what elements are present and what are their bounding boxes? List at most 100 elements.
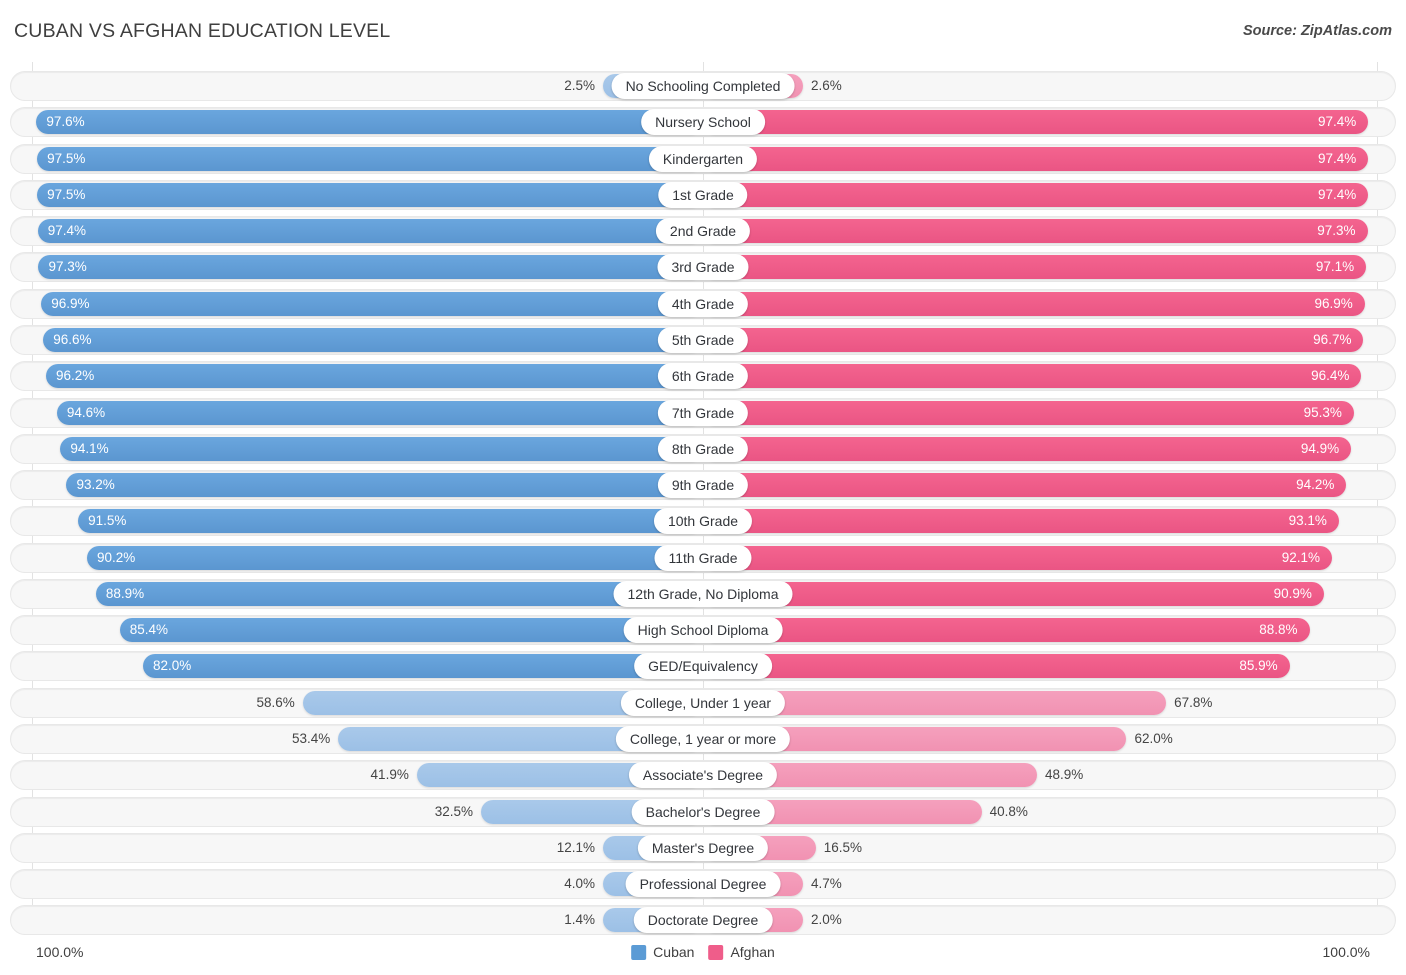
bar-value-label: 97.5% — [47, 186, 86, 202]
bar-value-label: 96.2% — [55, 368, 95, 384]
bar-afghan[interactable]: 94.2% — [703, 473, 1347, 498]
bar-afghan[interactable]: 97.4% — [703, 146, 1369, 171]
bar-cuban[interactable]: 90.2% — [86, 545, 703, 570]
bar-cuban[interactable]: 96.9% — [41, 291, 703, 316]
chart-row[interactable]: 96.6% 96.7% 5th Grade — [10, 324, 1396, 355]
bar-afghan[interactable]: 97.4% — [703, 110, 1369, 135]
chart-row[interactable]: 58.6% 67.8% College, Under 1 year — [10, 687, 1396, 718]
bar-afghan[interactable]: 96.7% — [703, 327, 1364, 352]
chart-row[interactable]: 41.9% 48.9% Associate's Degree — [10, 760, 1396, 791]
category-label: Bachelor's Degree — [631, 798, 775, 825]
bar-cuban[interactable]: 93.2% — [66, 473, 703, 498]
bar-value-label: 62.0% — [1134, 731, 1173, 747]
chart-row[interactable]: 32.5% 40.8% Bachelor's Degree — [10, 796, 1396, 827]
category-label: 5th Grade — [657, 326, 749, 353]
category-label: 6th Grade — [657, 363, 749, 390]
legend-item-cuban[interactable]: Cuban — [631, 944, 694, 960]
category-label: College, 1 year or more — [615, 726, 791, 753]
bar-afghan[interactable]: 92.1% — [703, 545, 1333, 570]
bar-value-label: 1.4% — [564, 912, 595, 928]
bar-value-label: 53.4% — [292, 731, 331, 747]
chart-row[interactable]: 94.1% 94.9% 8th Grade — [10, 433, 1396, 464]
chart-header: CUBAN VS AFGHAN EDUCATION LEVEL Source: … — [0, 0, 1406, 62]
bar-afghan[interactable]: 95.3% — [703, 400, 1354, 425]
chart-row[interactable]: 96.2% 96.4% 6th Grade — [10, 361, 1396, 392]
bar-cuban[interactable]: 97.5% — [37, 182, 703, 207]
legend-item-afghan[interactable]: Afghan — [708, 944, 775, 960]
bar-value-label: 88.8% — [1259, 622, 1298, 638]
bar-afghan[interactable]: 97.3% — [703, 219, 1368, 244]
bar-value-label: 2.0% — [811, 912, 842, 928]
chart-row[interactable]: 2.5% 2.6% No Schooling Completed — [10, 71, 1396, 101]
category-label: No Schooling Completed — [611, 73, 795, 99]
bar-value-label: 97.4% — [1317, 150, 1357, 166]
chart-row[interactable]: 97.6% 97.4% Nursery School — [10, 107, 1396, 138]
chart-row[interactable]: 91.5% 93.1% 10th Grade — [10, 506, 1396, 537]
bar-cuban[interactable]: 96.6% — [43, 327, 703, 352]
bar-afghan[interactable]: 90.9% — [703, 581, 1324, 606]
bar-cuban[interactable]: 97.5% — [37, 146, 703, 171]
bar-afghan[interactable]: 96.9% — [703, 291, 1365, 316]
bar-afghan[interactable]: 96.4% — [703, 364, 1362, 389]
bar-afghan[interactable]: 88.8% — [703, 618, 1310, 643]
chart-row[interactable]: 97.3% 97.1% 3rd Grade — [10, 252, 1396, 283]
bar-value-label: 93.1% — [1288, 513, 1327, 529]
bar-cuban[interactable]: 96.2% — [45, 364, 703, 389]
bar-value-label: 91.5% — [88, 513, 127, 529]
bar-cuban[interactable]: 94.6% — [56, 400, 703, 425]
bar-value-label: 90.9% — [1273, 585, 1312, 601]
bar-cuban[interactable]: 97.6% — [36, 110, 703, 135]
bar-cuban[interactable]: 88.9% — [95, 581, 703, 606]
chart-row[interactable]: 53.4% 62.0% College, 1 year or more — [10, 724, 1396, 755]
category-label: 8th Grade — [657, 435, 749, 462]
category-label: 3rd Grade — [657, 254, 749, 281]
bar-afghan[interactable]: 93.1% — [703, 509, 1339, 534]
chart-row[interactable]: 85.4% 88.8% High School Diploma — [10, 615, 1396, 646]
bar-value-label: 16.5% — [823, 839, 862, 855]
bar-cuban[interactable]: 94.1% — [60, 436, 703, 461]
page-title: CUBAN VS AFGHAN EDUCATION LEVEL — [14, 20, 391, 42]
bar-value-label: 97.3% — [1317, 223, 1356, 239]
chart-row[interactable]: 88.9% 90.9% 12th Grade, No Diploma — [10, 578, 1396, 609]
bar-afghan[interactable]: 94.9% — [703, 436, 1352, 461]
bar-value-label: 2.6% — [811, 78, 842, 93]
category-label: 2nd Grade — [655, 218, 751, 245]
chart-row[interactable]: 1.4% 2.0% Doctorate Degree — [10, 905, 1396, 936]
bar-cuban[interactable]: 97.4% — [37, 219, 703, 244]
bar-value-label: 92.1% — [1281, 549, 1321, 565]
bar-value-label: 97.1% — [1315, 259, 1355, 275]
legend-swatch-cuban — [631, 944, 647, 960]
bar-value-label: 95.3% — [1303, 404, 1342, 420]
category-label: Professional Degree — [625, 871, 781, 898]
bar-value-label: 4.7% — [811, 876, 842, 892]
chart-row[interactable]: 90.2% 92.1% 11th Grade — [10, 542, 1396, 573]
chart-row[interactable]: 96.9% 96.9% 4th Grade — [10, 288, 1396, 319]
bar-value-label: 4.0% — [564, 876, 595, 892]
bar-value-label: 85.9% — [1239, 658, 1278, 674]
chart-legend: Cuban Afghan — [631, 944, 775, 960]
category-label: Nursery School — [641, 109, 765, 136]
source-label: Source: ZipAtlas.com — [1242, 23, 1392, 39]
bar-afghan[interactable]: 85.9% — [703, 654, 1290, 679]
category-label: 4th Grade — [657, 290, 749, 317]
chart-row[interactable]: 82.0% 85.9% GED/Equivalency — [10, 651, 1396, 682]
bar-cuban[interactable]: 97.3% — [38, 255, 703, 280]
bar-value-label: 41.9% — [370, 767, 409, 783]
bar-value-label: 94.9% — [1300, 440, 1340, 456]
chart-row[interactable]: 12.1% 16.5% Master's Degree — [10, 832, 1396, 863]
chart-row[interactable]: 97.4% 97.3% 2nd Grade — [10, 216, 1396, 247]
chart-row[interactable]: 97.5% 97.4% Kindergarten — [10, 143, 1396, 174]
chart-row[interactable]: 4.0% 4.7% Professional Degree — [10, 869, 1396, 900]
chart-row[interactable]: 94.6% 95.3% 7th Grade — [10, 397, 1396, 428]
legend-swatch-afghan — [708, 944, 724, 960]
bar-cuban[interactable]: 82.0% — [142, 654, 703, 679]
bar-cuban[interactable]: 91.5% — [78, 509, 703, 534]
bar-cuban[interactable]: 85.4% — [119, 618, 703, 643]
bar-value-label: 90.2% — [96, 549, 136, 565]
chart-row[interactable]: 97.5% 97.4% 1st Grade — [10, 179, 1396, 210]
bar-afghan[interactable]: 97.1% — [703, 255, 1367, 280]
chart-row[interactable]: 93.2% 94.2% 9th Grade — [10, 470, 1396, 501]
bar-value-label: 94.1% — [70, 440, 109, 456]
bar-afghan[interactable]: 97.4% — [703, 182, 1369, 207]
legend-label-cuban: Cuban — [653, 944, 695, 960]
